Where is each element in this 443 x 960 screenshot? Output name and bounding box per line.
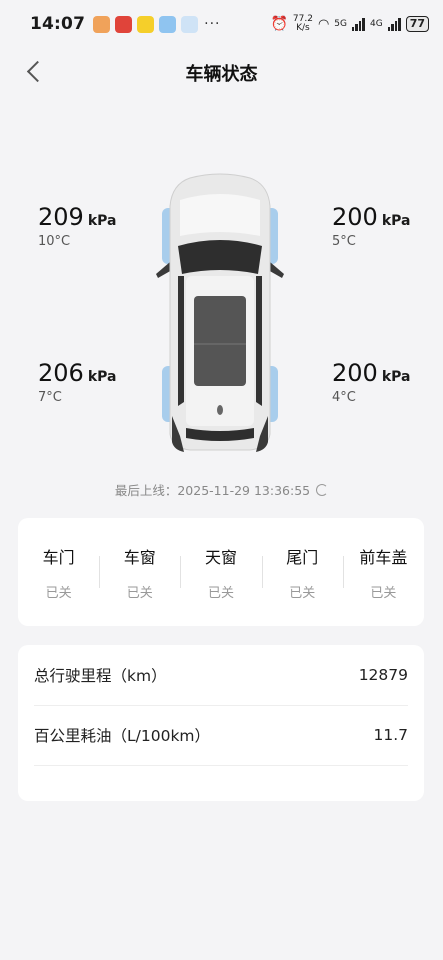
- car-top-view-image: [156, 173, 284, 452]
- header: 车辆状态: [0, 48, 443, 98]
- sim2-label: 4G: [369, 19, 383, 29]
- wifi-icon: ◠: [317, 16, 330, 32]
- status-window: 车窗 已关: [99, 544, 180, 601]
- status-door: 车门 已关: [42, 547, 75, 601]
- more-notifications-icon: ···: [204, 16, 221, 32]
- tire-rear-right: 200 kPa 4°C: [332, 359, 411, 405]
- status-sunroof: 天窗 已关: [180, 544, 261, 601]
- battery-indicator: 77: [405, 16, 429, 32]
- status-tailgate: 尾门 已关: [261, 544, 343, 601]
- tire-front-left: 209 kPa 10°C: [38, 203, 117, 249]
- app-notification-icon: [181, 15, 199, 33]
- stat-row-mileage: 总行驶里程（km） 12879: [34, 645, 408, 706]
- stats-card: 总行驶里程（km） 12879 百公里耗油（L/100km） 11.7: [18, 645, 424, 801]
- page-title: 车辆状态: [185, 64, 258, 85]
- openings-status-card: 车门 已关 车窗 已关 天窗 已关 尾门 已关 前车盖 已关: [18, 518, 424, 626]
- alarm-icon: ⏰: [270, 16, 288, 32]
- status-bar: 14:07 ··· ⏰ 77.2 K/s ◠ 5G 4G 77: [0, 0, 443, 48]
- signal-icon: [387, 17, 401, 31]
- status-hood: 前车盖 已关: [342, 544, 424, 601]
- signal-icon: [351, 17, 365, 31]
- tire-rear-left: 206 kPa 7°C: [38, 359, 117, 405]
- app-notification-icon: [159, 15, 177, 33]
- sunroof: [194, 296, 246, 386]
- sim1-label: 5G: [334, 19, 347, 29]
- stat-row-fuel-consumption: 百公里耗油（L/100km） 11.7: [34, 705, 408, 766]
- network-speed: 77.2 K/s: [292, 14, 313, 33]
- app-notification-icon: [115, 15, 133, 33]
- status-time: 14:07: [30, 14, 86, 34]
- app-notification-icon: [137, 15, 155, 33]
- last-online: 最后上线：2025-11-29 13:36:55: [0, 480, 443, 499]
- tire-front-right: 200 kPa 5°C: [332, 203, 411, 249]
- logo-icon: [217, 405, 223, 415]
- app-notification-icon: [93, 15, 111, 33]
- refresh-icon[interactable]: [316, 484, 329, 496]
